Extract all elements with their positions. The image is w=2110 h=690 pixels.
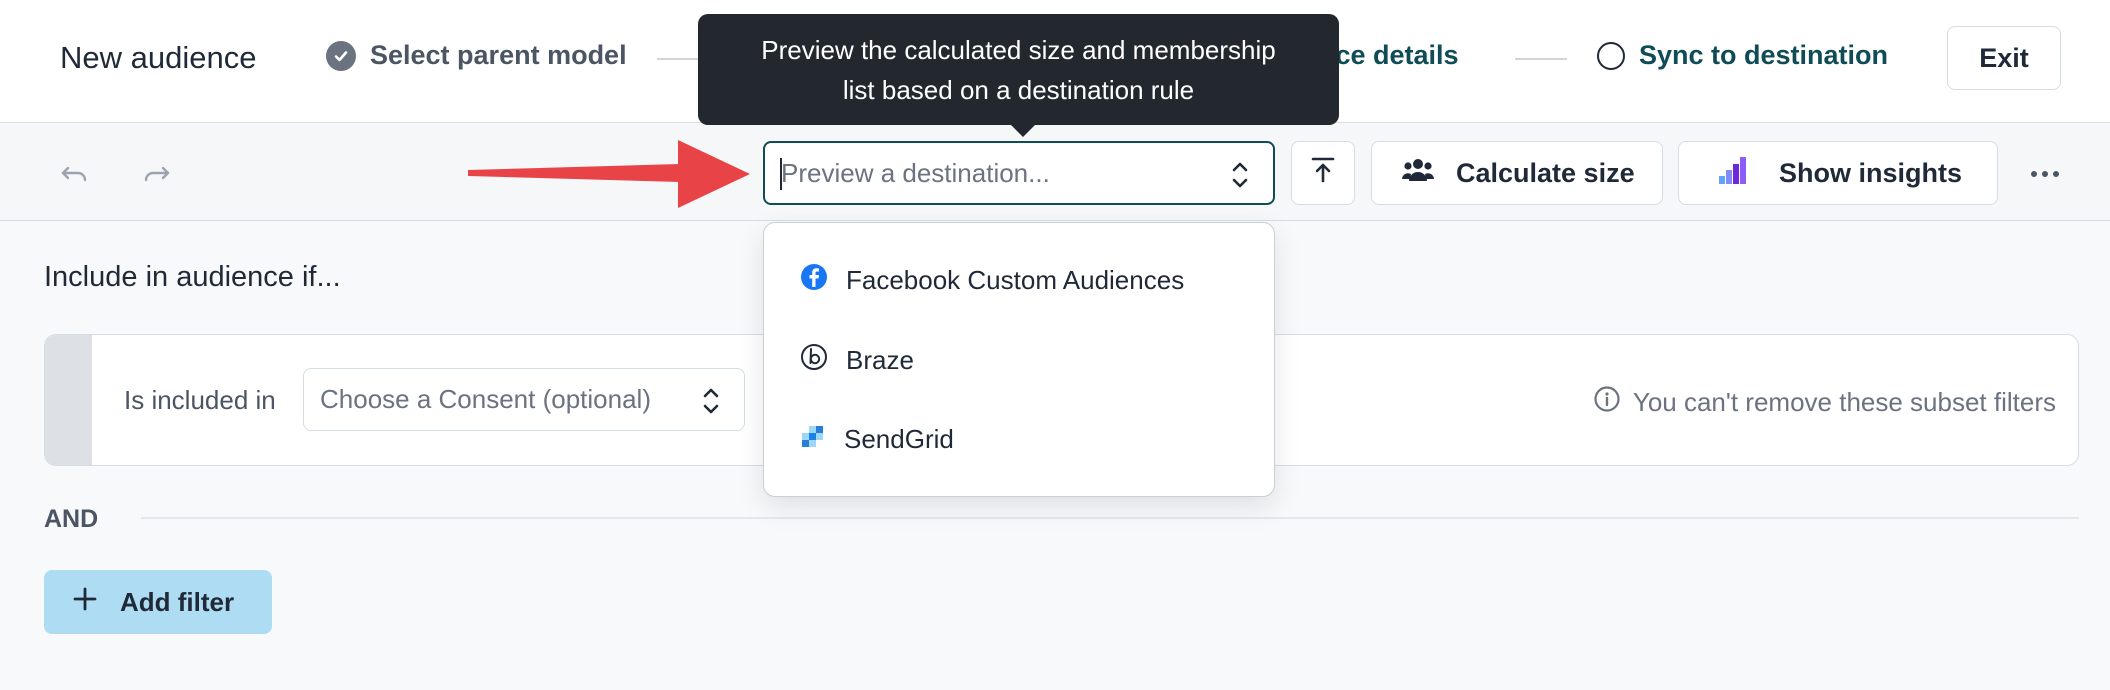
calculate-size-label: Calculate size bbox=[1456, 157, 1635, 188]
check-circle-icon bbox=[326, 40, 356, 71]
tooltip-pointer bbox=[1010, 124, 1036, 137]
text-cursor bbox=[780, 158, 782, 190]
step-label: Select parent model bbox=[370, 40, 627, 70]
dropdown-option-facebook[interactable]: Facebook Custom Audiences bbox=[800, 263, 1184, 298]
add-filter-label: Add filter bbox=[120, 586, 235, 617]
step-connector bbox=[1515, 58, 1567, 60]
note-text: You can't remove these subset filters bbox=[1632, 387, 2056, 417]
option-label: Braze bbox=[846, 345, 914, 375]
step-select-parent-model[interactable]: Select parent model bbox=[326, 40, 627, 71]
exit-button[interactable]: Exit bbox=[1947, 26, 2061, 90]
step-label: Sync to destination bbox=[1639, 40, 1889, 70]
consent-placeholder: Choose a Consent (optional) bbox=[320, 384, 651, 414]
show-insights-button[interactable]: Show insights bbox=[1678, 141, 1998, 205]
destination-tooltip: Preview the calculated size and membersh… bbox=[698, 14, 1339, 125]
option-label: SendGrid bbox=[844, 424, 954, 454]
step-sync-to-destination[interactable]: Sync to destination bbox=[1597, 40, 1888, 71]
step-connector bbox=[657, 58, 699, 60]
tooltip-line: Preview the calculated size and membersh… bbox=[761, 35, 1276, 65]
more-options-icon[interactable] bbox=[2028, 154, 2062, 194]
bar-chart-icon bbox=[1717, 154, 1749, 193]
upload-icon bbox=[1310, 156, 1336, 191]
facebook-icon bbox=[800, 263, 828, 298]
plus-icon bbox=[72, 586, 98, 619]
tooltip-line: list based on a destination rule bbox=[842, 75, 1195, 105]
included-in-label: Is included in bbox=[124, 385, 276, 415]
chevron-up-down-icon bbox=[700, 385, 722, 422]
redo-icon[interactable] bbox=[136, 154, 176, 194]
consent-select[interactable]: Choose a Consent (optional) bbox=[303, 368, 745, 431]
empty-circle-icon bbox=[1597, 41, 1625, 70]
section-title: Include in audience if... bbox=[44, 261, 341, 293]
dropdown-option-braze[interactable]: Braze bbox=[800, 343, 914, 378]
upload-button[interactable] bbox=[1291, 141, 1355, 205]
sendgrid-icon bbox=[800, 423, 826, 456]
page-title: New audience bbox=[60, 40, 257, 75]
braze-icon bbox=[800, 343, 828, 378]
annotation-arrow-icon bbox=[468, 140, 750, 208]
subset-filter-note: You can't remove these subset filters bbox=[1593, 385, 2056, 420]
add-filter-button[interactable]: Add filter bbox=[44, 570, 272, 634]
dropdown-option-sendgrid[interactable]: SendGrid bbox=[800, 423, 954, 456]
option-label: Facebook Custom Audiences bbox=[846, 265, 1185, 295]
info-icon bbox=[1593, 385, 1621, 420]
destination-placeholder: Preview a destination... bbox=[781, 157, 1050, 188]
undo-icon[interactable] bbox=[55, 154, 95, 194]
card-rail bbox=[45, 335, 92, 465]
chevron-up-down-icon bbox=[1229, 159, 1251, 196]
toolbar: Preview a destination... Calculate size … bbox=[0, 124, 2110, 221]
users-icon bbox=[1402, 157, 1434, 190]
and-divider bbox=[141, 517, 2079, 519]
destination-preview-select[interactable]: Preview a destination... bbox=[763, 141, 1275, 205]
destination-dropdown: Facebook Custom Audiences Braze SendGrid bbox=[763, 222, 1275, 497]
and-label: AND bbox=[44, 505, 99, 533]
show-insights-label: Show insights bbox=[1779, 157, 1963, 188]
calculate-size-button[interactable]: Calculate size bbox=[1371, 141, 1663, 205]
